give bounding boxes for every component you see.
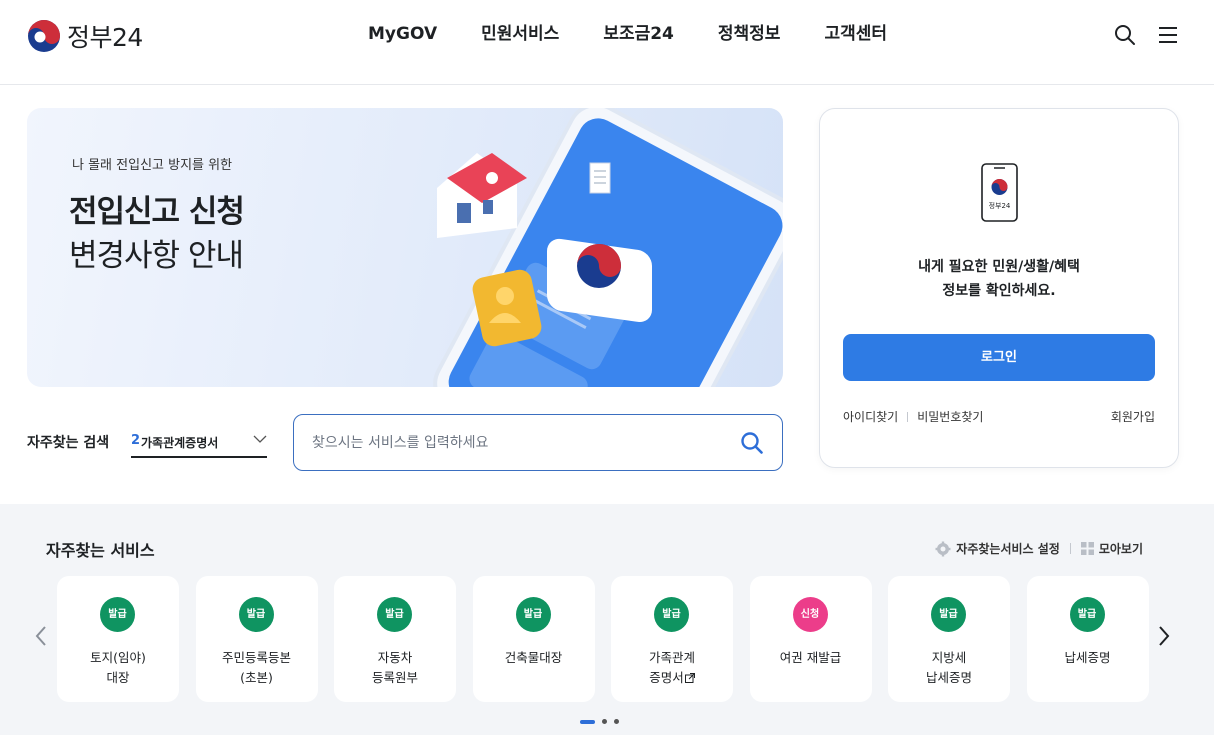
issue-badge: 발급 bbox=[515, 597, 551, 632]
find-id-link[interactable]: 아이디찾기 bbox=[843, 408, 898, 425]
banner-subtitle: 나 몰래 전입신고 방지를 위한 bbox=[72, 158, 233, 173]
card-label-line1: 지방세 bbox=[931, 650, 967, 665]
service-card-label: 여권 재발급 bbox=[750, 648, 872, 668]
header: 정부24 MyGOV 민원서비스 보조금24 정책정보 고객센터 bbox=[0, 0, 1214, 85]
menu-icon[interactable] bbox=[1157, 24, 1179, 46]
main-banner[interactable]: 나 몰래 전입신고 방지를 위한 전입신고 신청 변경사항 안내 bbox=[27, 108, 783, 387]
service-card-passport-reissue[interactable]: 신청 여권 재발급 bbox=[749, 576, 872, 702]
carousel-pagination bbox=[580, 719, 619, 724]
service-card-family-certificate[interactable]: 발급 가족관계 증명서 bbox=[611, 576, 733, 702]
chevron-down-icon bbox=[253, 435, 267, 443]
card-label-line2: 증명서 bbox=[649, 670, 684, 685]
card-label-line2: 납세증명 bbox=[925, 670, 972, 685]
apply-badge: 신청 bbox=[792, 597, 828, 632]
favorite-tools: 자주찾는서비스 설정 모아보기 bbox=[935, 540, 1143, 557]
nav-policy-info[interactable]: 정책정보 bbox=[718, 22, 781, 46]
view-all-button[interactable]: 모아보기 bbox=[1080, 540, 1143, 557]
chevron-right-icon[interactable] bbox=[1156, 624, 1172, 648]
login-button[interactable]: 로그인 bbox=[843, 334, 1155, 381]
login-message-line1: 내게 필요한 민원/생활/혜택 bbox=[918, 259, 1080, 275]
favorite-settings-label: 자주찾는서비스 설정 bbox=[956, 542, 1060, 556]
card-label-line2: 등록원부 bbox=[371, 670, 418, 685]
nav-civil-service[interactable]: 민원서비스 bbox=[481, 22, 559, 46]
service-card-label: 주민등록등본 (초본) bbox=[196, 648, 318, 688]
frequent-search-label: 자주찾는 검색 bbox=[27, 435, 110, 451]
issue-badge: 발급 bbox=[931, 597, 966, 632]
nav-customer-center[interactable]: 고객센터 bbox=[824, 22, 887, 46]
join-link[interactable]: 회원가입 bbox=[1111, 408, 1155, 425]
grid-icon bbox=[1080, 542, 1094, 555]
service-card-tax-certificate[interactable]: 발급 납세증명 bbox=[1026, 576, 1149, 702]
favorite-services-section: 자주찾는 서비스 자주찾는서비스 설정 모아보기 발급 토지(임야) 대장 발급… bbox=[0, 504, 1214, 735]
service-card-land-register[interactable]: 발급 토지(임야) 대장 bbox=[57, 576, 179, 702]
card-label-line2: 대장 bbox=[106, 670, 130, 685]
card-label-line1: 여권 재발급 bbox=[779, 650, 842, 665]
service-card-label: 토지(임야) 대장 bbox=[57, 648, 179, 688]
search-icon[interactable] bbox=[1114, 24, 1136, 46]
favorite-settings-button[interactable]: 자주찾는서비스 설정 bbox=[935, 540, 1060, 557]
mobile-gov24-icon: 정부24 bbox=[981, 163, 1018, 222]
link-divider bbox=[907, 411, 909, 422]
frequent-search-value: 가족관계증명서 bbox=[141, 436, 219, 450]
issue-badge: 발급 bbox=[100, 597, 135, 632]
card-label-line1: 납세증명 bbox=[1064, 650, 1111, 665]
frequent-search-select[interactable]: 2 가족관계증명서 bbox=[131, 426, 267, 458]
login-card: 정부24 내게 필요한 민원/생활/혜택 정보를 확인하세요. 로그인 아이디찾… bbox=[819, 108, 1179, 468]
pagination-dot-1[interactable] bbox=[580, 719, 595, 724]
login-links: 아이디찾기 비밀번호찾기 bbox=[843, 408, 983, 425]
login-message-line2: 정보를 확인하세요. bbox=[942, 283, 1056, 299]
card-label-line1: 가족관계 bbox=[648, 650, 695, 665]
service-search-box bbox=[293, 414, 783, 471]
banner-title-line2: 변경사항 안내 bbox=[69, 238, 244, 274]
site-logo[interactable]: 정부24 bbox=[27, 18, 143, 54]
chevron-left-icon[interactable] bbox=[33, 624, 49, 648]
banner-title-line1: 전입신고 신청 bbox=[69, 194, 245, 230]
pagination-dot-3[interactable] bbox=[614, 719, 619, 724]
pagination-dot-2[interactable] bbox=[602, 719, 607, 724]
banner-title: 전입신고 신청 변경사항 안내 bbox=[69, 190, 245, 278]
service-card-resident-register[interactable]: 발급 주민등록등본 (초본) bbox=[195, 576, 318, 702]
tools-divider bbox=[1069, 543, 1071, 554]
service-card-label: 지방세 납세증명 bbox=[888, 648, 1010, 688]
external-link-icon bbox=[684, 673, 695, 683]
issue-badge: 발급 bbox=[654, 597, 689, 632]
card-label-line1: 자동차 bbox=[377, 650, 413, 665]
frequent-search-rank: 2 bbox=[131, 433, 141, 448]
service-card-vehicle-register[interactable]: 발급 자동차 등록원부 bbox=[334, 576, 456, 702]
card-label-line1: 토지(임야) bbox=[90, 650, 146, 665]
login-message: 내게 필요한 민원/생활/혜택 정보를 확인하세요. bbox=[820, 255, 1178, 303]
gear-icon bbox=[935, 541, 951, 556]
main-nav: MyGOV 민원서비스 보조금24 정책정보 고객센터 bbox=[368, 22, 931, 46]
service-card-label: 가족관계 증명서 bbox=[611, 648, 733, 688]
service-card-label: 건축물대장 bbox=[473, 648, 595, 668]
service-card-label: 납세증명 bbox=[1027, 648, 1149, 668]
view-all-label: 모아보기 bbox=[1098, 542, 1143, 556]
service-card-label: 자동차 등록원부 bbox=[334, 648, 456, 688]
card-label-line1: 주민등록등본 bbox=[221, 650, 291, 665]
nav-mygov[interactable]: MyGOV bbox=[368, 22, 437, 46]
favorite-services-title: 자주찾는 서비스 bbox=[46, 541, 155, 560]
issue-badge: 발급 bbox=[377, 597, 412, 632]
find-password-link[interactable]: 비밀번호찾기 bbox=[917, 408, 983, 425]
service-card-local-tax-certificate[interactable]: 발급 지방세 납세증명 bbox=[888, 576, 1010, 702]
favorite-cards: 발급 토지(임야) 대장 발급 주민등록등본 (초본) 발급 자동차 등록원부 … bbox=[57, 576, 1149, 702]
banner-phone-house-illustration bbox=[433, 108, 783, 387]
nav-subsidy24[interactable]: 보조금24 bbox=[603, 22, 674, 46]
phone-icon-label: 정부24 bbox=[989, 201, 1011, 210]
service-card-building-register[interactable]: 발급 건축물대장 bbox=[472, 576, 595, 702]
service-search-input[interactable] bbox=[312, 431, 712, 455]
issue-badge: 발급 bbox=[1069, 597, 1105, 632]
taegeuk-emblem-icon bbox=[28, 20, 60, 52]
card-label-line1: 건축물대장 bbox=[504, 650, 563, 665]
issue-badge: 발급 bbox=[238, 597, 274, 632]
card-label-line2: (초본) bbox=[240, 670, 273, 685]
logo-text: 정부24 bbox=[67, 23, 143, 52]
search-submit-icon[interactable] bbox=[740, 431, 764, 455]
